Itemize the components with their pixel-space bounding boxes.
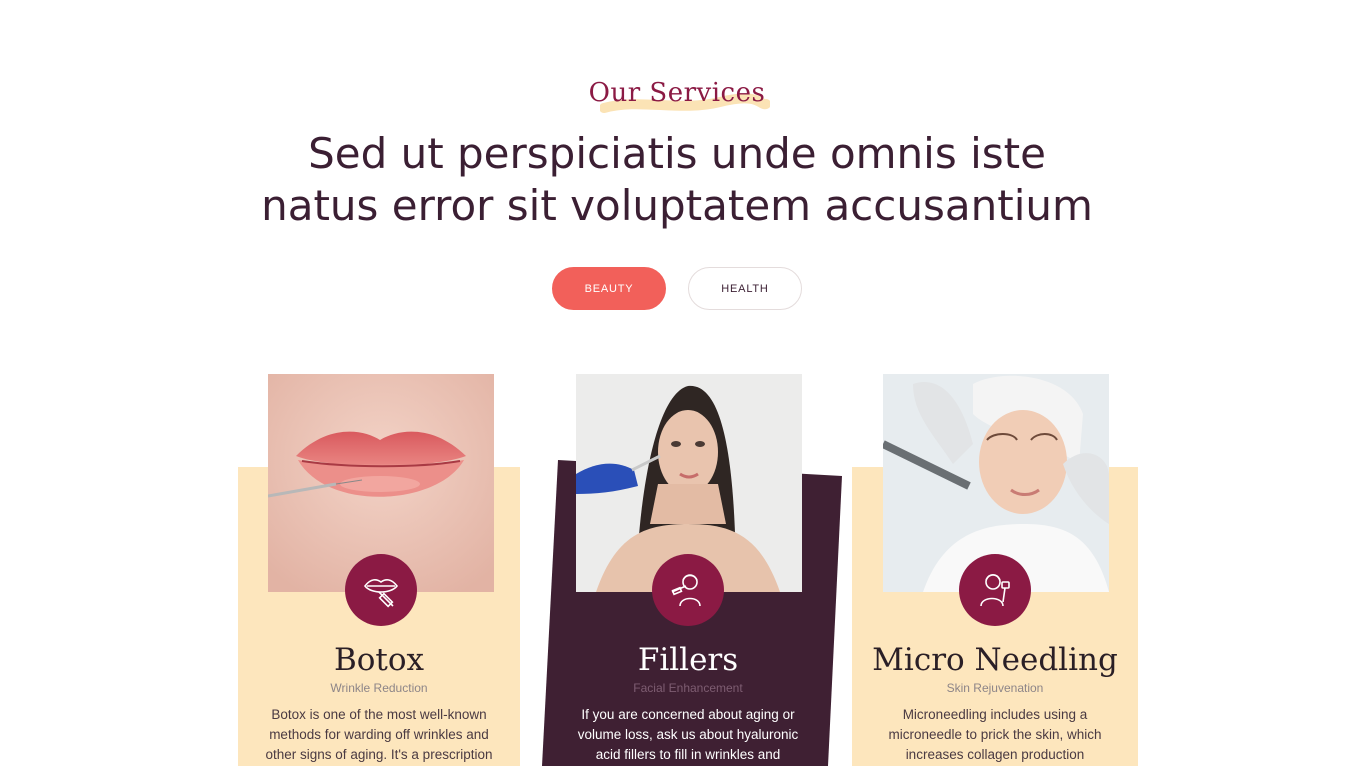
tab-beauty[interactable]: BEAUTY [552,267,666,310]
card-title: Micro Needling [872,642,1118,678]
tab-health[interactable]: HEALTH [688,267,802,310]
card-title: Botox [333,642,425,678]
card-subtitle: Facial Enhancement [633,681,743,695]
headline-line-2: natus error sit voluptatem accusantium [261,181,1093,230]
lips-syringe-icon [345,554,417,626]
card-subtitle: Wrinkle Reduction [330,681,428,695]
card-description: Botox is one of the most well-known meth… [265,707,493,762]
eyebrow-text: Our Services [588,78,766,108]
face-roller-icon [959,554,1031,626]
card-subtitle: Skin Rejuvenation [946,681,1044,695]
service-tabs: BEAUTY HEALTH [0,267,1354,310]
section-eyebrow: Our Services [0,78,1354,118]
headline-line-1: Sed ut perspiciatis unde omnis iste [308,129,1046,178]
card-description: Microneedling includes using a microneed… [888,707,1102,762]
service-card-botox[interactable]: Botox Wrinkle Reduction Botox is one of … [238,374,520,766]
face-syringe-icon [652,554,724,626]
card-description: If you are concerned about aging or volu… [577,707,799,762]
service-card-micro-needling[interactable]: Micro Needling Skin Rejuvenation Microne… [852,374,1138,766]
section-headline: Sed ut perspiciatis unde omnis iste natu… [0,128,1354,232]
card-title: Fillers [637,642,739,678]
service-card-fillers[interactable]: Fillers Facial Enhancement If you are co… [540,374,844,766]
